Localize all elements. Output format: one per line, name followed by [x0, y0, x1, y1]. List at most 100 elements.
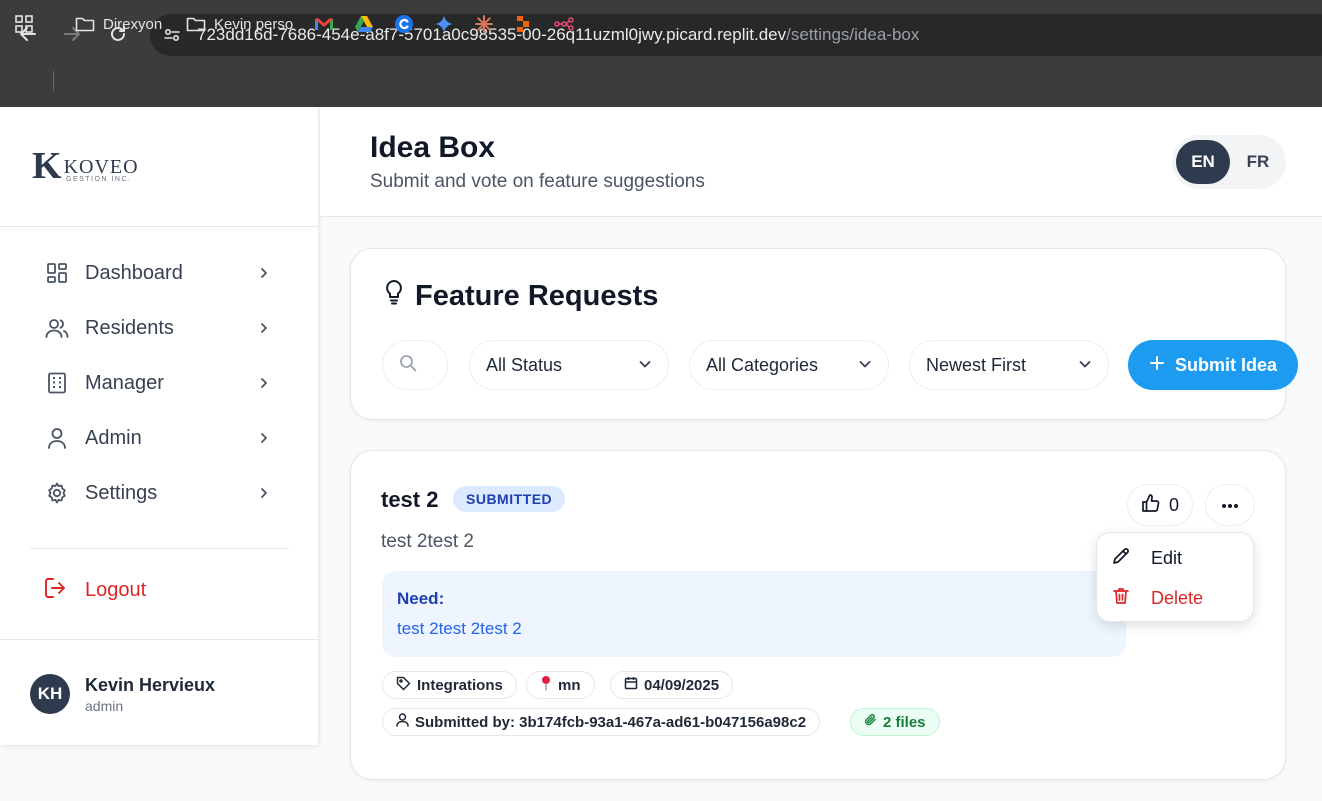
- sidebar-divider: [30, 548, 289, 549]
- category-select[interactable]: All Categories: [689, 340, 889, 390]
- avatar[interactable]: KH: [30, 674, 70, 714]
- sidebar-item-manager[interactable]: Manager: [30, 361, 290, 405]
- date-chip-label: 04/09/2025: [644, 676, 720, 694]
- site-info-icon[interactable]: [160, 23, 184, 47]
- idea-actions-menu: Edit Delete: [1096, 532, 1254, 622]
- folder-icon: [75, 17, 95, 32]
- logout-button[interactable]: Logout: [44, 577, 146, 604]
- menu-item-edit[interactable]: Edit: [1111, 545, 1182, 571]
- bookmarks-bar: [0, 58, 1322, 107]
- logo-monogram: K: [32, 145, 62, 187]
- sidebar-item-label: Dashboard: [85, 261, 183, 284]
- sort-select[interactable]: Newest First: [909, 340, 1109, 390]
- sort-select-value: Newest First: [926, 354, 1027, 375]
- pin-icon: [540, 675, 552, 695]
- edit-label: Edit: [1151, 547, 1183, 568]
- files-chip[interactable]: 2 files: [850, 708, 940, 736]
- lang-fr-button[interactable]: FR: [1234, 140, 1282, 184]
- menu-item-delete[interactable]: Delete: [1111, 585, 1203, 611]
- submitted-by-chip: Submitted by: 3b174fcb-93a1-467a-ad61-b0…: [382, 708, 821, 736]
- building-icon: [44, 370, 70, 396]
- logout-label: Logout: [85, 579, 147, 601]
- sidebar-item-dashboard[interactable]: Dashboard: [30, 251, 290, 295]
- location-chip-label: mn: [558, 676, 581, 694]
- c-app-icon[interactable]: [394, 13, 414, 35]
- chevron-right-icon: [254, 483, 274, 503]
- claude-icon[interactable]: [474, 13, 494, 35]
- upvote-button[interactable]: 0: [1127, 484, 1193, 526]
- lang-en-button[interactable]: EN: [1176, 140, 1230, 184]
- delete-label: Delete: [1151, 587, 1204, 608]
- lightbulb-icon: [383, 279, 405, 313]
- sidebar-item-settings[interactable]: Settings: [30, 471, 290, 515]
- logout-icon: [44, 577, 68, 604]
- thumbs-up-icon: [1141, 493, 1161, 518]
- location-chip: mn: [526, 671, 595, 699]
- calendar-icon: [624, 676, 638, 694]
- vote-count: 0: [1168, 494, 1179, 515]
- paperclip-icon: [864, 713, 877, 731]
- feature-requests-card: Feature Requests All Status All Categori…: [350, 248, 1286, 420]
- bookmark-separator: [53, 71, 54, 91]
- status-select[interactable]: All Status: [469, 340, 669, 390]
- search-icon: [399, 354, 417, 377]
- submitted-by-label: Submitted by: 3b174fcb-93a1-467a-ad61-b0…: [415, 713, 807, 731]
- category-chip: Integrations: [382, 671, 517, 699]
- status-badge: SUBMITTED: [453, 486, 566, 512]
- bookmark-kevin-perso[interactable]: Kevin perso: [186, 13, 293, 35]
- section-title: Feature Requests: [383, 279, 658, 313]
- chevron-right-icon: [254, 428, 274, 448]
- tag-icon: [396, 676, 411, 695]
- gemini-icon[interactable]: [434, 13, 454, 35]
- need-box: Need: test 2test 2test 2: [382, 571, 1126, 657]
- user-name: Kevin Hervieux: [85, 675, 216, 695]
- sidebar-item-residents[interactable]: Residents: [30, 306, 290, 350]
- category-select-value: All Categories: [706, 354, 819, 375]
- sidebar-item-label: Manager: [85, 371, 164, 394]
- users-icon: [44, 315, 70, 341]
- section-title-text: Feature Requests: [415, 279, 659, 312]
- submit-idea-button[interactable]: Submit Idea: [1128, 340, 1298, 390]
- gmail-icon[interactable]: [314, 13, 334, 35]
- category-chip-label: Integrations: [417, 676, 503, 694]
- gear-icon: [44, 480, 70, 506]
- sidebar-item-label: Settings: [85, 481, 158, 504]
- idea-title: test 2: [381, 487, 439, 512]
- sidebar: K KOVEO GESTION INC. Dashboard Residents…: [0, 107, 319, 745]
- bookmark-direxyon[interactable]: Direxyon: [75, 13, 162, 35]
- pencil-icon: [1111, 546, 1131, 571]
- logo-area: K KOVEO GESTION INC.: [0, 107, 319, 227]
- plus-icon: [1149, 355, 1165, 376]
- more-options-button[interactable]: [1205, 484, 1255, 526]
- dashboard-icon: [44, 260, 70, 286]
- apps-icon[interactable]: [14, 13, 34, 35]
- ellipsis-icon: [1221, 496, 1239, 514]
- status-select-value: All Status: [486, 354, 563, 375]
- files-chip-label: 2 files: [883, 713, 926, 731]
- workflow-icon[interactable]: [554, 13, 574, 35]
- need-text: test 2test 2test 2: [397, 619, 522, 638]
- user-profile: KH Kevin Hervieux admin: [0, 639, 319, 745]
- replit-icon[interactable]: [514, 13, 532, 35]
- bookmark-label: Kevin perso: [214, 15, 294, 33]
- search-input[interactable]: [382, 340, 448, 390]
- page-title: Idea Box: [370, 131, 496, 164]
- folder-icon: [186, 17, 206, 32]
- chevron-right-icon: [254, 318, 274, 338]
- sidebar-item-admin[interactable]: Admin: [30, 416, 290, 460]
- chevron-down-icon: [638, 355, 652, 376]
- chevron-right-icon: [254, 373, 274, 393]
- idea-description: test 2test 2: [381, 531, 474, 552]
- bookmark-label: Direxyon: [103, 15, 163, 33]
- page-header: Idea Box Submit and vote on feature sugg…: [320, 107, 1322, 217]
- sidebar-item-label: Admin: [85, 426, 142, 449]
- date-chip: 04/09/2025: [610, 671, 734, 699]
- need-label: Need:: [397, 589, 445, 608]
- page-subtitle: Submit and vote on feature suggestions: [370, 171, 705, 192]
- submit-idea-label: Submit Idea: [1174, 354, 1277, 375]
- language-toggle: EN FR: [1172, 135, 1286, 189]
- google-drive-icon[interactable]: [354, 13, 374, 35]
- logo-subtitle: GESTION INC.: [66, 176, 132, 183]
- chevron-down-icon: [858, 355, 872, 376]
- chevron-right-icon: [254, 263, 274, 283]
